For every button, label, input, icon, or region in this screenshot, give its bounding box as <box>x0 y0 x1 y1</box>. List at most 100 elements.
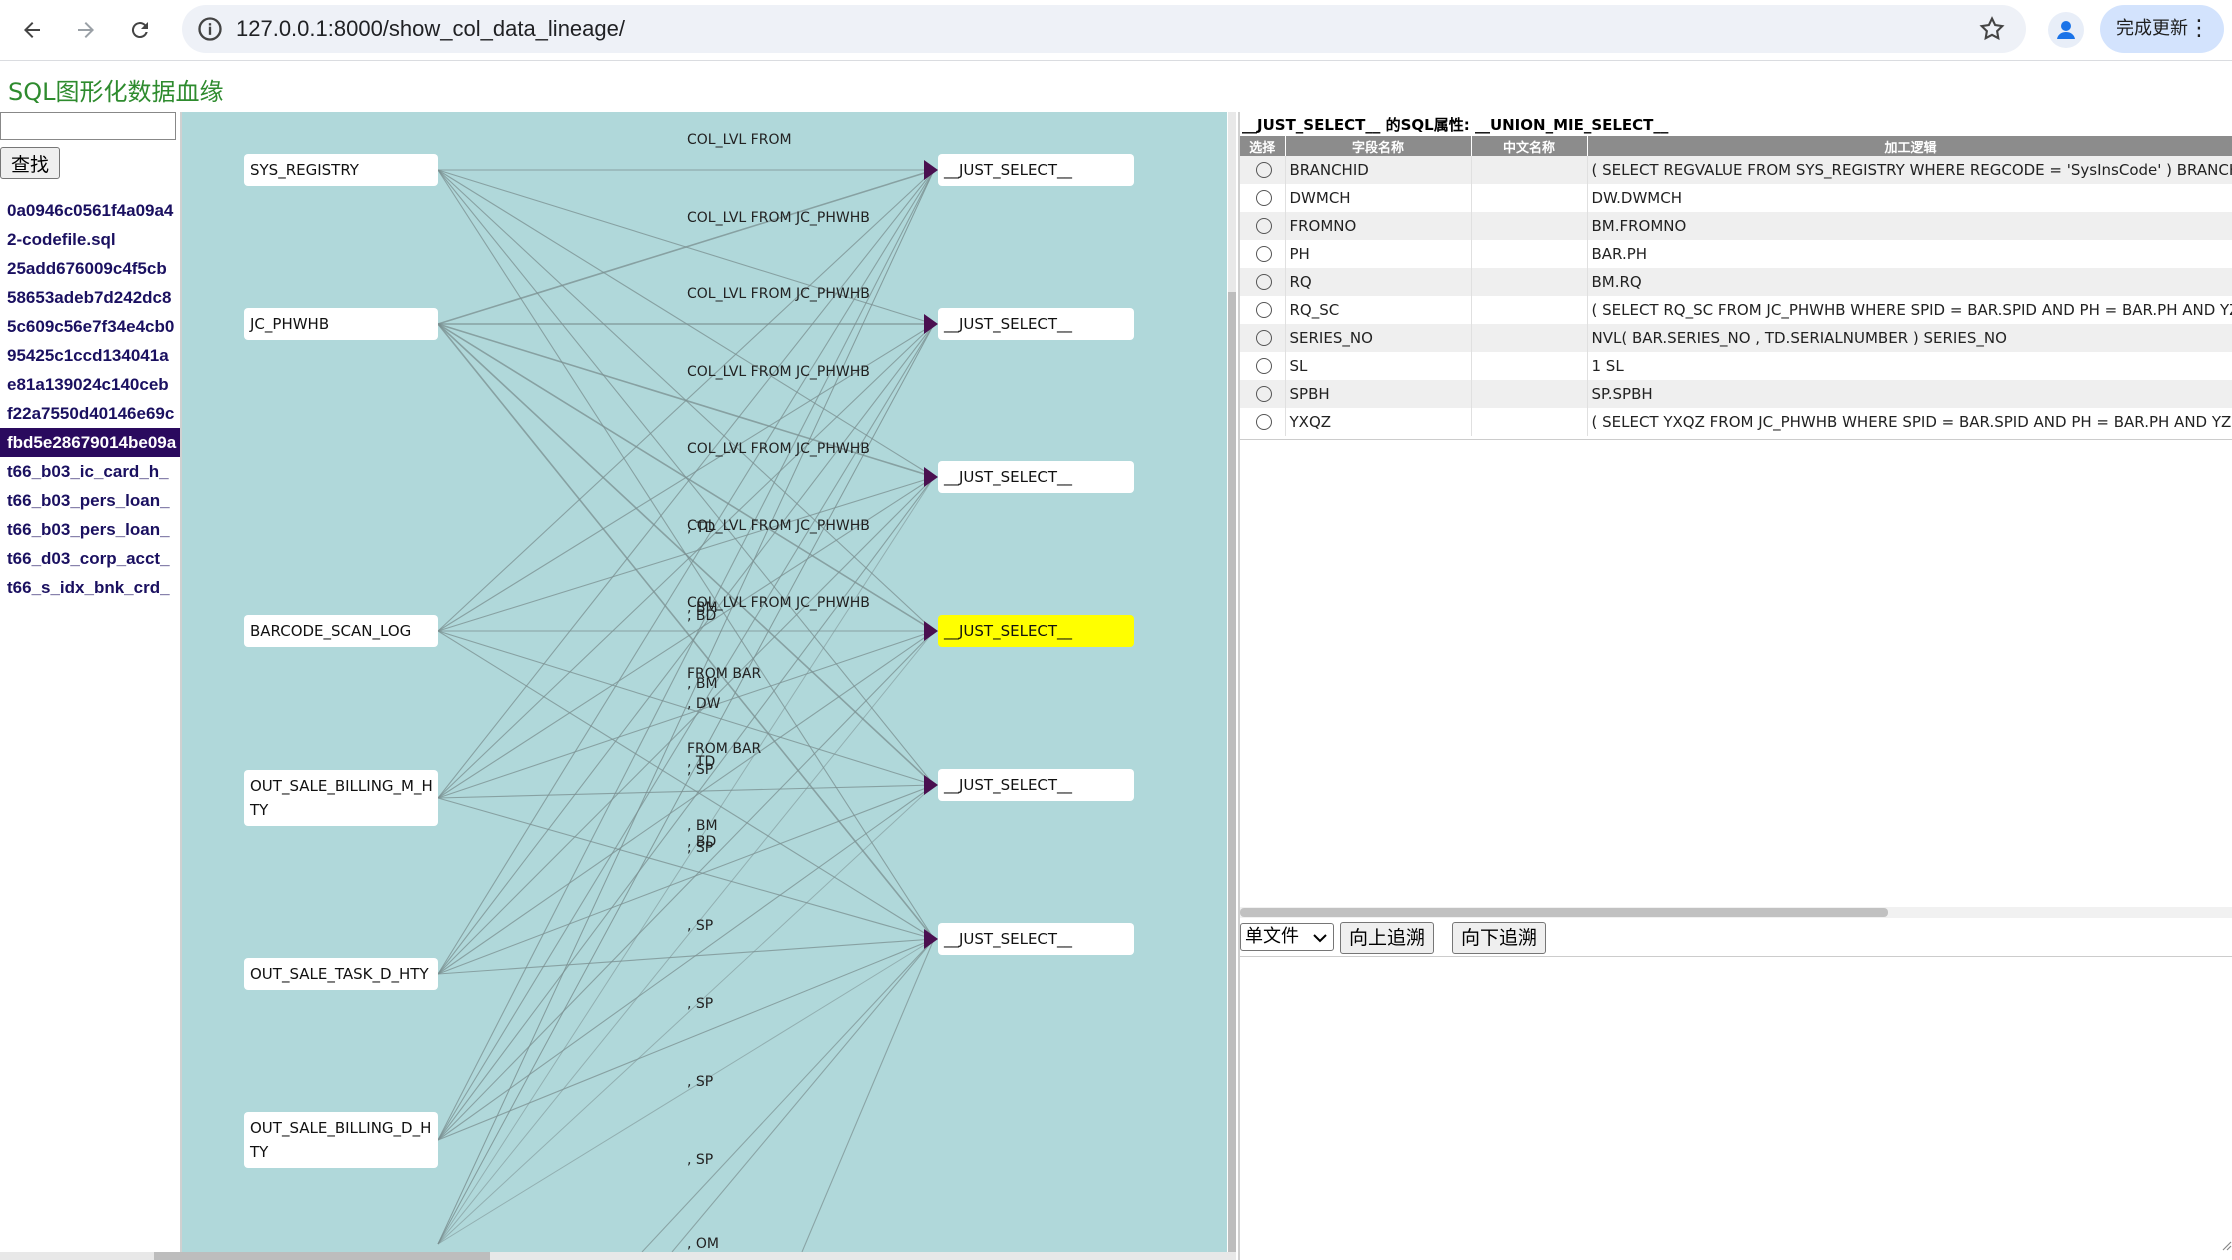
lineage-graph-canvas[interactable]: COL_LVL FROM COL_LVL FROM JC_PHWHB COL_LVL… <box>182 112 1227 1252</box>
scroll-thumb[interactable] <box>1240 908 1888 917</box>
file-list-item[interactable]: t66_s_idx_bnk_crd_ <box>0 573 180 602</box>
node-label: OUT_SALE_TASK_D_HTY <box>250 965 429 984</box>
scroll-thumb[interactable] <box>154 1252 490 1260</box>
arrow-head-icon <box>924 314 938 334</box>
file-list-item[interactable]: 2-codefile.sql <box>0 225 180 254</box>
file-list-item[interactable]: 0a0946c0561f4a09a4 <box>0 196 180 225</box>
node-label: __JUST_SELECT__ <box>943 315 1073 334</box>
table-row[interactable]: SPBH SP.SPBH <box>1240 380 2232 408</box>
select-cell[interactable] <box>1240 408 1286 436</box>
node-label: __JUST_SELECT__ <box>943 468 1073 487</box>
select-cell[interactable] <box>1240 268 1286 296</box>
edge-label: , SP <box>687 1074 713 1090</box>
logic-cell: 1 SL <box>1587 352 2232 380</box>
target-select-node[interactable]: __JUST_SELECT__ <box>924 154 1134 186</box>
resize-grip-icon[interactable] <box>2220 1239 2232 1251</box>
source-table-node[interactable]: SYS_REGISTRY <box>244 154 438 186</box>
node-label: __JUST_SELECT__ <box>943 930 1073 949</box>
source-table-node[interactable]: OUT_SALE_TASK_D_HTY <box>244 958 438 990</box>
file-list-item[interactable]: t66_d03_corp_acct_ <box>0 544 180 573</box>
mode-select[interactable]: 单文件 <box>1240 923 1334 951</box>
row-radio[interactable] <box>1256 162 1273 178</box>
trace-up-button[interactable]: 向上追溯 <box>1340 922 1435 954</box>
file-list-item[interactable]: 25add676009c4f5cb <box>0 254 180 283</box>
field-name-cell: RQ <box>1285 268 1472 296</box>
table-row[interactable]: BRANCHID ( SELECT REGVALUE FROM SYS_REGIS… <box>1240 156 2232 184</box>
target-select-node[interactable]: __JUST_SELECT__ <box>924 308 1134 340</box>
file-list-item[interactable]: 5c609c56e7f34e4cb0 <box>0 312 180 341</box>
address-bar[interactable]: 127.0.0.1:8000/show_col_data_lineage/ <box>182 5 2026 53</box>
lineage-edge <box>437 784 935 1141</box>
graph-vertical-scrollbar[interactable] <box>1228 112 1236 1252</box>
logic-cell: BM.FROMNO <box>1587 212 2232 240</box>
node-label: OUT_SALE_BILLING_M_H <box>250 777 433 796</box>
select-cell[interactable] <box>1240 296 1286 324</box>
reload-button[interactable] <box>120 10 160 50</box>
target-select-node[interactable]: __JUST_SELECT__ <box>924 461 1134 493</box>
table-row[interactable]: PH BAR.PH <box>1240 240 2232 268</box>
site-info-icon[interactable] <box>196 15 224 43</box>
table-row[interactable]: FROMNO BM.FROMNO <box>1240 212 2232 240</box>
forward-button[interactable] <box>66 10 106 50</box>
lineage-edge <box>437 784 935 799</box>
source-table-node[interactable]: BARCODE_SCAN_LOG <box>244 615 438 647</box>
row-radio[interactable] <box>1256 190 1273 206</box>
target-select-node[interactable]: __JUST_SELECT__ <box>924 769 1134 801</box>
select-cell[interactable] <box>1240 352 1286 380</box>
file-list-item[interactable]: t66_b03_pers_loan_ <box>0 515 180 544</box>
select-cell[interactable] <box>1240 156 1286 184</box>
file-list-item[interactable]: fbd5e28679014be09a <box>0 428 180 457</box>
search-input[interactable] <box>0 112 176 140</box>
bookmark-star-icon[interactable] <box>1978 15 2006 43</box>
row-radio[interactable] <box>1256 414 1273 430</box>
source-table-node[interactable]: OUT_SALE_BILLING_D_H TY <box>244 1112 438 1168</box>
select-cell[interactable] <box>1240 324 1286 352</box>
target-select-node[interactable]: __JUST_SELECT__ <box>924 615 1134 647</box>
file-list-item[interactable]: f22a7550d40146e69c <box>0 399 180 428</box>
table-row[interactable]: SL 1 SL <box>1240 352 2232 380</box>
row-radio[interactable] <box>1256 302 1273 318</box>
file-list-item[interactable]: t66_b03_pers_loan_ <box>0 486 180 515</box>
lineage-graph[interactable]: COL_LVL FROM COL_LVL FROM JC_PHWHB COL_LVL… <box>182 112 1227 1252</box>
select-cell[interactable] <box>1240 212 1286 240</box>
target-select-node[interactable]: __JUST_SELECT__ <box>924 923 1134 955</box>
source-table-node[interactable]: JC_PHWHB <box>244 308 438 340</box>
update-button[interactable]: 完成更新 ⋮ <box>2100 5 2224 53</box>
edge-group <box>437 169 935 1252</box>
table-horizontal-scrollbar[interactable] <box>1240 907 2232 918</box>
select-cell[interactable] <box>1240 240 1286 268</box>
search-button[interactable]: 查找 <box>0 147 61 179</box>
row-radio[interactable] <box>1256 330 1273 346</box>
row-radio[interactable] <box>1256 246 1273 262</box>
more-menu-icon[interactable]: ⋮ <box>2188 5 2210 53</box>
file-list-item[interactable]: e81a139024c140ceb <box>0 370 180 399</box>
table-row[interactable]: DWMCH DW.DWMCH <box>1240 184 2232 212</box>
file-list-item[interactable]: 58653adeb7d242dc8 <box>0 283 180 312</box>
row-radio[interactable] <box>1256 386 1273 402</box>
edge-label: , DW <box>687 696 721 712</box>
divider <box>1240 439 2232 440</box>
row-radio[interactable] <box>1256 274 1273 290</box>
table-row[interactable]: YXQZ ( SELECT YXQZ FROM JC_PHWHB WHERE SP… <box>1240 408 2232 436</box>
table-row[interactable]: SERIES_NO NVL( BAR.SERIES_NO , TD.SERIALN… <box>1240 324 2232 352</box>
trace-down-button[interactable]: 向下追溯 <box>1452 922 1547 954</box>
source-table-node[interactable]: OUT_SALE_BILLING_M_H TY <box>244 770 438 826</box>
graph-horizontal-scrollbar[interactable] <box>0 1252 1236 1260</box>
profile-avatar[interactable] <box>2048 12 2084 48</box>
row-radio[interactable] <box>1256 218 1273 234</box>
back-button[interactable] <box>12 10 52 50</box>
field-name-cell: DWMCH <box>1285 184 1472 212</box>
chinese-name-cell <box>1471 240 1588 268</box>
select-cell[interactable] <box>1240 380 1286 408</box>
detail-text-area[interactable] <box>1240 956 2232 1257</box>
arrow-head-icon <box>924 775 938 795</box>
file-list-item[interactable]: 95425c1ccd134041a <box>0 341 180 370</box>
row-radio[interactable] <box>1256 358 1273 374</box>
table-row[interactable]: RQ BM.RQ <box>1240 268 2232 296</box>
table-row[interactable]: RQ_SC ( SELECT RQ_SC FROM JC_PHWHB WHERE … <box>1240 296 2232 324</box>
properties-pane: __JUST_SELECT__ 的SQL属性: __UNION_MIE_SELE… <box>1238 112 2232 1260</box>
file-list-item[interactable]: t66_b03_ic_card_h_ <box>0 457 180 486</box>
select-cell[interactable] <box>1240 184 1286 212</box>
lineage-edge <box>437 476 935 1245</box>
scroll-thumb[interactable] <box>1228 292 1236 1252</box>
